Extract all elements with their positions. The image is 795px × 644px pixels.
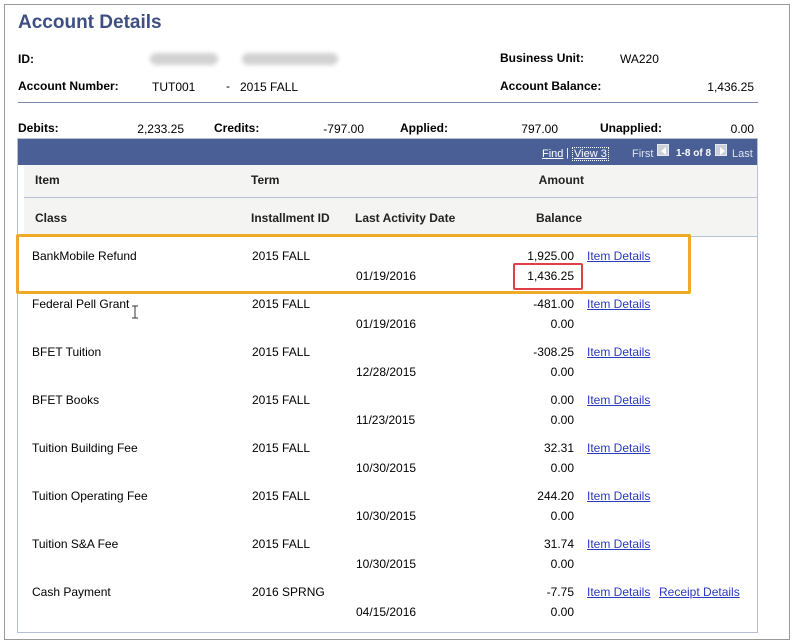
item-name: Tuition Operating Fee <box>32 489 148 503</box>
item-details-link[interactable]: Item Details <box>587 441 650 455</box>
item-details-link[interactable]: Item Details <box>587 585 650 599</box>
last-activity-date: 10/30/2015 <box>356 461 417 475</box>
term-value: 2015 FALL <box>252 441 311 455</box>
business-unit-label: Business Unit: <box>500 51 585 65</box>
last-activity-date: 04/15/2016 <box>356 605 417 619</box>
text-cursor-icon <box>132 305 138 319</box>
term-value: 2015 FALL <box>252 297 311 311</box>
amount-value: 244.20 <box>537 489 574 503</box>
last-activity-date: 12/28/2015 <box>356 365 417 379</box>
last-activity-date: 10/30/2015 <box>356 509 417 523</box>
account-balance-label: Account Balance: <box>500 79 602 93</box>
applied-label: Applied: <box>400 121 448 135</box>
unapplied-value: 0.00 <box>730 122 754 136</box>
column-header-installment-id[interactable]: Installment ID <box>251 211 330 225</box>
balance-value: 0.00 <box>550 509 574 523</box>
amount-value: 0.00 <box>550 393 574 407</box>
grid-header <box>24 165 757 237</box>
unapplied-label: Unapplied: <box>600 121 662 135</box>
account-separator: - <box>226 79 230 93</box>
item-details-link[interactable]: Item Details <box>587 345 650 359</box>
applied-value: 797.00 <box>521 122 558 136</box>
amount-value: -481.00 <box>533 297 574 311</box>
highlight-box-orange <box>16 234 691 294</box>
amount-value: -308.25 <box>533 345 574 359</box>
name-value-redacted <box>242 53 338 65</box>
amount-value: 32.31 <box>543 441 574 455</box>
last-label: Last <box>732 148 753 160</box>
amount-value: -7.75 <box>546 585 574 599</box>
item-name: BFET Tuition <box>32 345 102 359</box>
last-activity-date: 01/19/2016 <box>356 317 417 331</box>
balance-value: 0.00 <box>550 317 574 331</box>
account-term-value: 2015 FALL <box>240 80 299 94</box>
business-unit-value: WA220 <box>620 52 659 66</box>
item-name: Tuition Building Fee <box>32 441 138 455</box>
amount-value: 31.74 <box>543 537 574 551</box>
view-all-link[interactable]: View 3 <box>572 147 609 161</box>
term-value: 2015 FALL <box>252 393 311 407</box>
account-number-value: TUT001 <box>152 80 196 94</box>
find-link[interactable]: Find <box>542 148 563 160</box>
column-header-item[interactable]: Item <box>35 173 60 187</box>
item-name: Federal Pell Grant <box>32 297 130 311</box>
term-value: 2016 SPRNG <box>252 585 325 599</box>
debits-label: Debits: <box>18 121 59 135</box>
id-label: ID: <box>18 52 34 66</box>
term-value: 2015 FALL <box>252 345 311 359</box>
item-details-link[interactable]: Item Details <box>587 489 650 503</box>
term-value: 2015 FALL <box>252 537 311 551</box>
item-details-link[interactable]: Item Details <box>587 297 650 311</box>
column-header-amount[interactable]: Amount <box>488 173 584 187</box>
highlight-box-red <box>513 263 583 290</box>
receipt-details-link[interactable]: Receipt Details <box>659 585 740 599</box>
balance-value: 0.00 <box>550 413 574 427</box>
id-value-redacted <box>150 53 218 65</box>
divider <box>18 102 758 103</box>
nav-separator: | <box>566 147 569 159</box>
credits-label: Credits: <box>214 121 260 135</box>
term-value: 2015 FALL <box>252 489 311 503</box>
row-range: 1-8 of 8 <box>676 148 712 159</box>
item-name: Tuition S&A Fee <box>32 537 119 551</box>
arrow-left-icon[interactable] <box>657 144 669 156</box>
account-items-grid: Find | View 3 First 1-8 of 8 Last Item T… <box>17 138 758 633</box>
balance-value: 0.00 <box>550 605 574 619</box>
column-header-class[interactable]: Class <box>35 211 67 225</box>
item-details-link[interactable]: Item Details <box>587 393 650 407</box>
grid-navigation-bar: Find | View 3 First 1-8 of 8 Last <box>18 139 757 165</box>
arrow-right-icon[interactable] <box>715 144 727 156</box>
column-header-balance[interactable]: Balance <box>488 211 582 225</box>
column-header-term[interactable]: Term <box>251 173 279 187</box>
account-balance-value: 1,436.25 <box>707 80 754 94</box>
page-title: Account Details <box>18 12 162 33</box>
balance-value: 0.00 <box>550 365 574 379</box>
account-number-label: Account Number: <box>18 79 119 93</box>
column-header-last-activity-date[interactable]: Last Activity Date <box>355 211 455 225</box>
balance-value: 0.00 <box>550 461 574 475</box>
balance-value: 0.00 <box>550 557 574 571</box>
debits-value: 2,233.25 <box>137 122 184 136</box>
header-divider <box>24 197 757 198</box>
last-activity-date: 10/30/2015 <box>356 557 417 571</box>
item-name: BFET Books <box>32 393 100 407</box>
credits-value: -797.00 <box>323 122 364 136</box>
item-name: Cash Payment <box>32 585 111 599</box>
first-label: First <box>632 148 654 160</box>
last-activity-date: 11/23/2015 <box>356 413 416 427</box>
item-details-link[interactable]: Item Details <box>587 537 650 551</box>
